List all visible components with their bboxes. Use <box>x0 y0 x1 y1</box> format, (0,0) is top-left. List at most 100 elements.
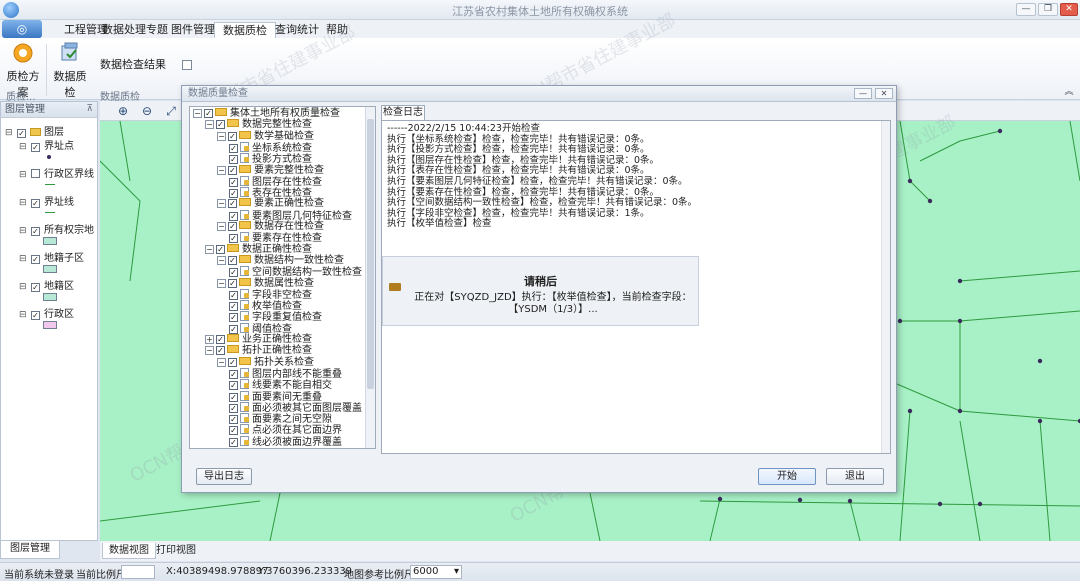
tree-item-checkbox[interactable]: ✓ <box>229 392 238 402</box>
tree-item-checkbox[interactable]: ✓ <box>229 324 238 334</box>
expand-toggle-icon[interactable]: − <box>193 109 202 118</box>
tree-item[interactable]: ✓ 要素存在性检查 <box>229 232 322 244</box>
tree-item-checkbox[interactable]: ✓ <box>228 199 237 209</box>
tree-item-checkbox[interactable]: ✓ <box>216 335 225 344</box>
tree-item[interactable]: − ✓ 要素完整性检查 <box>217 164 324 176</box>
tree-item[interactable]: − ✓ 要素正确性检查 <box>217 198 324 209</box>
tree-item-checkbox[interactable]: ✓ <box>216 120 225 130</box>
tree-item[interactable]: ✓ 枚举值检查 <box>229 300 302 312</box>
tree-item[interactable]: ✓ 面要素间无重叠 <box>229 390 322 403</box>
full-extent-icon[interactable]: ⤢ <box>164 104 178 118</box>
tree-item-checkbox[interactable]: ✓ <box>229 313 238 323</box>
minimize-button[interactable]: — <box>1016 3 1036 16</box>
application-menu-button[interactable]: ◎ <box>2 20 42 38</box>
tree-item[interactable]: ✓ 面要素之间无空隙 <box>229 413 332 425</box>
tree-item[interactable]: ✓ 图层存在性检查 <box>229 175 322 188</box>
tree-item-checkbox[interactable]: ✓ <box>229 415 238 425</box>
tree-item-checkbox[interactable]: ✓ <box>229 268 238 278</box>
expand-toggle-icon[interactable]: − <box>217 165 226 175</box>
tree-item[interactable]: + ✓ 业务正确性检查 <box>205 334 312 345</box>
tree-item[interactable]: − ✓ 拓扑关系检查 <box>217 356 314 368</box>
tree-item[interactable]: ✓ 坐标系统检查 <box>229 141 312 154</box>
tree-item[interactable]: ✓ 面必须被其它面图层覆盖 <box>229 401 362 414</box>
layer-item[interactable]: ⊟ ✓ 所有权宗地 <box>19 221 94 236</box>
tree-item[interactable]: − ✓ 拓扑正确性检查 <box>205 345 312 356</box>
tree-item[interactable]: ✓ 字段非空检查 <box>229 288 312 301</box>
layer-item[interactable]: ⊟ ✓ 界址点 <box>19 137 74 152</box>
expand-toggle-icon[interactable]: − <box>205 244 214 254</box>
tree-item[interactable]: ✓ 阈值检查 <box>229 322 292 335</box>
tree-item-checkbox[interactable]: ✓ <box>216 244 225 254</box>
check-result-checkbox[interactable] <box>181 60 192 70</box>
dialog-close-button[interactable]: ✕ <box>875 88 893 99</box>
layer-item[interactable]: ⊟ ✓ 地籍子区 <box>19 249 84 264</box>
tree-item[interactable]: − ✓ 数据属性检查 <box>217 277 314 289</box>
tree-item[interactable]: ✓ 投影方式检查 <box>229 153 312 165</box>
tree-item[interactable]: ✓ 线必须被面边界覆盖 <box>229 435 342 448</box>
tree-item-checkbox[interactable]: ✓ <box>229 369 238 379</box>
tree-item[interactable]: ✓ 空间数据结构一致性检查 <box>229 266 362 278</box>
tree-item-checkbox[interactable]: ✓ <box>228 222 237 231</box>
tree-item-checkbox[interactable]: ✓ <box>228 255 237 265</box>
expand-toggle-icon[interactable]: − <box>217 199 226 209</box>
tree-item-checkbox[interactable]: ✓ <box>229 290 238 300</box>
expand-toggle-icon[interactable]: − <box>205 346 214 356</box>
tree-scrollbar[interactable] <box>365 107 375 448</box>
log-scrollbar[interactable] <box>881 121 890 453</box>
tree-item[interactable]: ✓ 点必须在其它面边界 <box>229 424 342 436</box>
tree-item-checkbox[interactable]: ✓ <box>228 357 237 367</box>
tree-item-checkbox[interactable]: ✓ <box>229 234 238 244</box>
tree-scroll-thumb[interactable] <box>367 119 374 389</box>
expand-toggle-icon[interactable]: − <box>217 255 226 265</box>
zoom-out-icon[interactable]: ⊖ <box>140 104 154 118</box>
tree-item-checkbox[interactable]: ✓ <box>229 381 238 391</box>
expand-toggle-icon[interactable]: − <box>217 131 226 141</box>
layer-item[interactable]: ⊟ ✓ 行政区 <box>19 305 74 320</box>
tree-item[interactable]: ✓ 要素图层几何特征检查 <box>229 209 352 222</box>
restore-button[interactable]: ❐ <box>1038 3 1058 16</box>
tree-item[interactable]: − ✓ 集体土地所有权质量检查 <box>193 108 340 119</box>
tree-item-checkbox[interactable]: ✓ <box>228 131 237 141</box>
tree-item-checkbox[interactable]: ✓ <box>229 143 238 153</box>
layer-root[interactable]: ⊟ ✓ 图层 <box>5 123 64 138</box>
data-check-button[interactable]: 数据质检 <box>50 42 90 100</box>
exit-button[interactable]: 退出 <box>826 468 884 485</box>
export-log-button[interactable]: 导出日志 <box>196 468 252 485</box>
tree-item[interactable]: ✓ 字段重复值检查 <box>229 311 322 323</box>
tree-item[interactable]: − ✓ 数据结构一致性检查 <box>217 254 344 266</box>
tab-print-view[interactable]: 打印视图 <box>150 543 202 559</box>
tree-item-checkbox[interactable]: ✓ <box>216 346 225 356</box>
layer-item[interactable]: ⊟ ✓ 地籍区 <box>19 277 74 292</box>
tree-item[interactable]: ✓ 图层内部线不能重叠 <box>229 367 342 380</box>
expand-toggle-icon[interactable]: − <box>217 278 226 288</box>
expand-toggle-icon[interactable]: − <box>217 357 226 367</box>
expand-toggle-icon[interactable]: − <box>217 222 226 231</box>
tree-item-checkbox[interactable]: ✓ <box>204 109 213 118</box>
tree-item-checkbox[interactable]: ✓ <box>229 426 238 436</box>
tree-item[interactable]: − ✓ 数据完整性检查 <box>205 119 312 130</box>
zoom-in-icon[interactable]: ⊕ <box>116 104 130 118</box>
tree-item-checkbox[interactable]: ✓ <box>229 177 238 187</box>
reference-scale-select[interactable]: 6000 ▾ <box>410 565 462 579</box>
pin-icon[interactable]: ⊼ <box>86 102 93 117</box>
layer-panel-tab[interactable]: 图层管理 <box>0 541 60 559</box>
tree-item-checkbox[interactable]: ✓ <box>228 278 237 288</box>
tree-item-checkbox[interactable]: ✓ <box>229 403 238 413</box>
expand-toggle-icon[interactable]: + <box>205 335 214 344</box>
tab-data-view[interactable]: 数据视图 <box>102 543 156 559</box>
tree-item-checkbox[interactable]: ✓ <box>229 211 238 221</box>
expand-toggle-icon[interactable]: − <box>205 120 214 130</box>
tree-item[interactable]: ✓ 线要素不能自相交 <box>229 379 332 391</box>
tree-item-checkbox[interactable]: ✓ <box>229 437 238 447</box>
tree-item[interactable]: − ✓ 数学基础检查 <box>217 130 314 142</box>
check-result-toggle[interactable]: 数据检查结果 <box>100 56 192 72</box>
scale-input[interactable] <box>121 565 155 579</box>
tab-check-log[interactable]: 检查日志 <box>381 105 425 120</box>
close-button[interactable]: ✕ <box>1060 3 1078 16</box>
tree-item-checkbox[interactable]: ✓ <box>229 302 238 312</box>
ribbon-collapse-icon[interactable]: ︽ <box>1062 86 1076 98</box>
tab-help[interactable]: 帮助 <box>318 22 356 38</box>
tree-item[interactable]: − ✓ 数据存在性检查 <box>217 221 324 232</box>
tree-item-checkbox[interactable]: ✓ <box>228 165 237 175</box>
tree-item-checkbox[interactable]: ✓ <box>229 155 238 165</box>
